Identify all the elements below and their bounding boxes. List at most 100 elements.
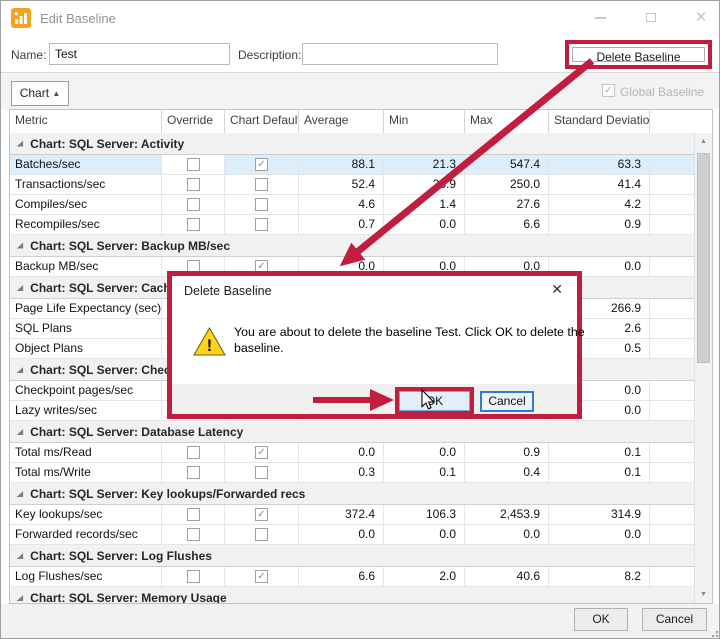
group-row[interactable]: ◢ Chart: SQL Server: Database Latency bbox=[10, 421, 694, 443]
value-cell[interactable]: 1.4 bbox=[384, 195, 465, 214]
value-cell[interactable]: 0.1 bbox=[549, 463, 650, 482]
table-row[interactable]: Transactions/sec 52.4 28.9 250.0 41.4 bbox=[10, 175, 694, 195]
chart-default-checkbox[interactable] bbox=[255, 218, 268, 231]
value-cell[interactable]: 0.0 bbox=[384, 215, 465, 234]
column-header[interactable]: Standard Deviation bbox=[549, 110, 650, 133]
override-checkbox[interactable] bbox=[186, 528, 200, 541]
resize-grip[interactable] bbox=[710, 629, 718, 637]
value-cell[interactable]: 250.0 bbox=[465, 175, 549, 194]
chart-default-checkbox[interactable] bbox=[255, 528, 268, 541]
table-row[interactable]: Log Flushes/sec ✓ 6.6 2.0 40.6 8.2 bbox=[10, 567, 694, 587]
value-cell[interactable]: 4.2 bbox=[549, 195, 650, 214]
chart-default-checkbox[interactable]: ✓ bbox=[255, 446, 268, 459]
group-row[interactable]: ◢ Chart: SQL Server: Activity bbox=[10, 133, 694, 155]
name-input[interactable] bbox=[49, 43, 230, 65]
group-row[interactable]: ◢ Chart: SQL Server: Memory Usage bbox=[10, 587, 694, 603]
value-cell[interactable]: 0.4 bbox=[465, 463, 549, 482]
chart-default-checkbox[interactable]: ✓ bbox=[255, 260, 268, 273]
table-row[interactable]: Forwarded records/sec 0.0 0.0 0.0 0.0 bbox=[10, 525, 694, 545]
value-cell[interactable]: 4.6 bbox=[299, 195, 384, 214]
value-cell[interactable]: 106.3 bbox=[384, 505, 465, 524]
value-cell[interactable]: 0.9 bbox=[549, 215, 650, 234]
collapse-icon[interactable]: ◢ bbox=[17, 139, 23, 147]
delete-baseline-button[interactable]: Delete Baseline bbox=[572, 47, 705, 64]
override-checkbox[interactable] bbox=[186, 466, 200, 479]
chart-menu-button[interactable]: Chart ▲ bbox=[11, 81, 69, 106]
value-cell[interactable]: 21.3 bbox=[384, 155, 465, 174]
scroll-down-icon[interactable]: ▼ bbox=[695, 586, 712, 603]
value-cell[interactable]: 0.0 bbox=[299, 257, 384, 276]
column-header[interactable]: Chart Default bbox=[225, 110, 299, 133]
value-cell[interactable]: 0.0 bbox=[465, 525, 549, 544]
override-checkbox[interactable] bbox=[186, 198, 200, 211]
collapse-icon[interactable]: ◢ bbox=[17, 241, 23, 249]
value-cell[interactable]: 0.0 bbox=[384, 443, 465, 462]
scroll-up-icon[interactable]: ▲ bbox=[695, 133, 712, 150]
cancel-button[interactable]: Cancel bbox=[642, 608, 707, 631]
value-cell[interactable]: 547.4 bbox=[465, 155, 549, 174]
chart-default-checkbox[interactable] bbox=[255, 466, 268, 479]
override-checkbox[interactable] bbox=[186, 570, 200, 583]
value-cell[interactable]: 0.7 bbox=[299, 215, 384, 234]
group-row[interactable]: ◢ Chart: SQL Server: Key lookups/Forwarde… bbox=[10, 483, 694, 505]
table-row[interactable]: Batches/sec ✓ 88.1 21.3 547.4 63.3 bbox=[10, 155, 694, 175]
value-cell[interactable]: 372.4 bbox=[299, 505, 384, 524]
value-cell[interactable]: 40.6 bbox=[465, 567, 549, 586]
column-header[interactable]: Min bbox=[384, 110, 465, 133]
value-cell[interactable]: 41.4 bbox=[549, 175, 650, 194]
override-checkbox[interactable] bbox=[186, 158, 200, 171]
group-row[interactable]: ◢ Chart: SQL Server: Backup MB/sec bbox=[10, 235, 694, 257]
override-checkbox[interactable] bbox=[186, 260, 200, 273]
override-checkbox[interactable] bbox=[186, 446, 200, 459]
value-cell[interactable]: 0.1 bbox=[384, 463, 465, 482]
table-row[interactable]: Total ms/Write 0.3 0.1 0.4 0.1 bbox=[10, 463, 694, 483]
override-checkbox[interactable] bbox=[186, 178, 200, 191]
maximize-button-icon[interactable] bbox=[637, 7, 665, 29]
table-row[interactable]: Total ms/Read ✓ 0.0 0.0 0.9 0.1 bbox=[10, 443, 694, 463]
minimize-button-icon[interactable] bbox=[586, 7, 614, 29]
value-cell[interactable]: 6.6 bbox=[465, 215, 549, 234]
value-cell[interactable]: 0.0 bbox=[549, 525, 650, 544]
value-cell[interactable]: 0.0 bbox=[465, 257, 549, 276]
value-cell[interactable]: 52.4 bbox=[299, 175, 384, 194]
override-checkbox[interactable] bbox=[186, 508, 200, 521]
global-baseline-checkbox[interactable]: ✓ bbox=[602, 84, 615, 97]
table-row[interactable]: Compiles/sec 4.6 1.4 27.6 4.2 bbox=[10, 195, 694, 215]
column-header[interactable]: Metric bbox=[10, 110, 162, 133]
table-row[interactable]: Key lookups/sec ✓ 372.4 106.3 2,453.9 314.9 bbox=[10, 505, 694, 525]
value-cell[interactable]: 2.0 bbox=[384, 567, 465, 586]
value-cell[interactable]: 0.1 bbox=[549, 443, 650, 462]
table-row[interactable]: Backup MB/sec ✓ 0.0 0.0 0.0 0.0 bbox=[10, 257, 694, 277]
chart-default-checkbox[interactable] bbox=[255, 198, 268, 211]
collapse-icon[interactable]: ◢ bbox=[17, 283, 23, 291]
value-cell[interactable]: 27.6 bbox=[465, 195, 549, 214]
value-cell[interactable]: 0.0 bbox=[549, 257, 650, 276]
chart-default-checkbox[interactable]: ✓ bbox=[255, 570, 268, 583]
value-cell[interactable]: 88.1 bbox=[299, 155, 384, 174]
value-cell[interactable]: 0.3 bbox=[299, 463, 384, 482]
column-header[interactable]: Override bbox=[162, 110, 225, 133]
value-cell[interactable]: 0.9 bbox=[465, 443, 549, 462]
value-cell[interactable]: 28.9 bbox=[384, 175, 465, 194]
value-cell[interactable]: 0.0 bbox=[299, 443, 384, 462]
collapse-icon[interactable]: ◢ bbox=[17, 593, 23, 601]
scrollbar-thumb[interactable] bbox=[697, 153, 710, 363]
column-header[interactable]: Average bbox=[299, 110, 384, 133]
value-cell[interactable]: 2,453.9 bbox=[465, 505, 549, 524]
column-header[interactable]: Max bbox=[465, 110, 549, 133]
dialog-ok-button[interactable]: OK bbox=[399, 391, 470, 411]
group-row[interactable]: ◢ Chart: SQL Server: Log Flushes bbox=[10, 545, 694, 567]
close-button-icon[interactable]: ✕ bbox=[687, 7, 715, 29]
chart-default-checkbox[interactable] bbox=[255, 178, 268, 191]
ok-button[interactable]: OK bbox=[574, 608, 628, 631]
collapse-icon[interactable]: ◢ bbox=[17, 365, 23, 373]
dialog-close-icon[interactable]: ✕ bbox=[551, 281, 563, 298]
override-checkbox[interactable] bbox=[186, 218, 200, 231]
value-cell[interactable]: 6.6 bbox=[299, 567, 384, 586]
collapse-icon[interactable]: ◢ bbox=[17, 489, 23, 497]
value-cell[interactable]: 314.9 bbox=[549, 505, 650, 524]
chart-default-checkbox[interactable]: ✓ bbox=[255, 508, 268, 521]
description-input[interactable] bbox=[302, 43, 498, 65]
value-cell[interactable]: 63.3 bbox=[549, 155, 650, 174]
value-cell[interactable]: 8.2 bbox=[549, 567, 650, 586]
